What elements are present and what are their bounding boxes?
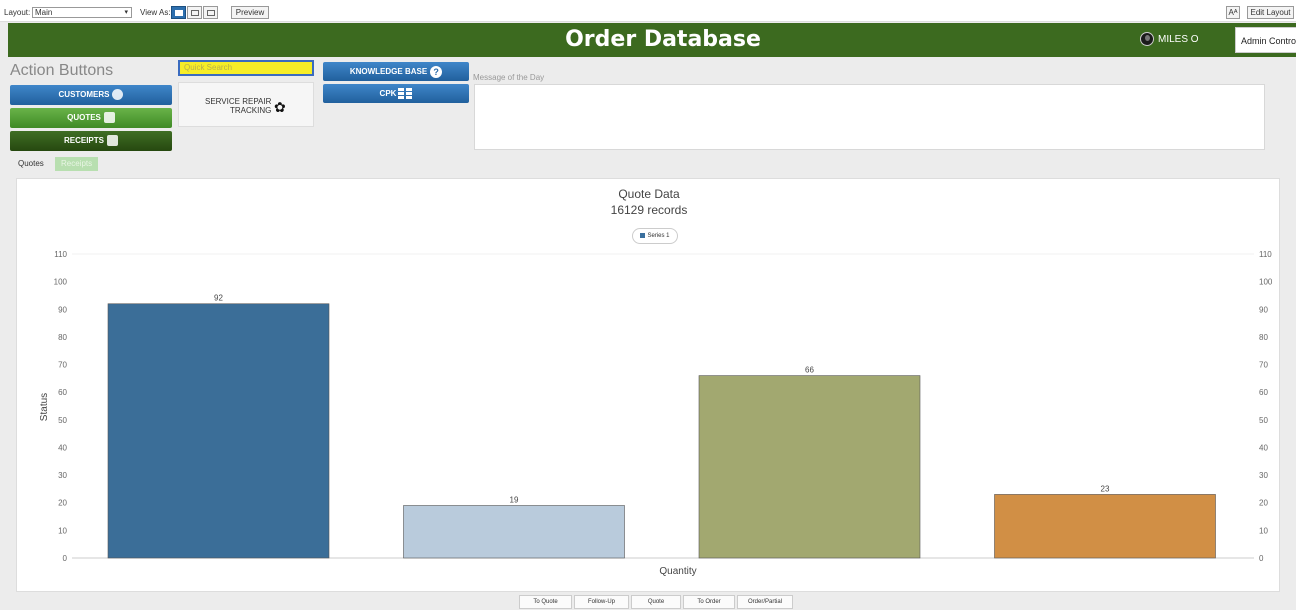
y-tick-label-left: 100	[54, 278, 68, 287]
chevron-down-icon: ▾	[124, 9, 128, 16]
y-tick-label-right: 80	[1259, 333, 1268, 342]
filter-button-quote[interactable]: Quote	[631, 595, 681, 609]
action-buttons-title: Action Buttons	[10, 62, 114, 79]
layout-toolbar: Layout: Main ▾ View As: Preview Aᴬ Edit …	[0, 0, 1296, 22]
tab-receipts[interactable]: Receipts	[55, 157, 99, 171]
y-tick-label-right: 30	[1259, 471, 1268, 480]
filter-button-follow-up[interactable]: Follow-Up	[574, 595, 629, 609]
knowledge-base-button[interactable]: KNOWLEDGE BASE?	[323, 62, 469, 81]
filter-button-order-partial[interactable]: Order/Partial	[737, 595, 793, 609]
bar-data-label: 19	[510, 495, 519, 504]
edit-layout-button[interactable]: Edit Layout	[1247, 6, 1294, 19]
y-tick-label-left: 0	[63, 554, 68, 563]
form-view-icon	[175, 10, 183, 16]
layout-select-value: Main	[35, 8, 53, 17]
chart-bar	[403, 505, 625, 559]
cpk-label: CPK	[379, 89, 397, 98]
y-axis-label: Status	[39, 393, 50, 421]
layout-label: Layout:	[4, 8, 31, 17]
text-size-button[interactable]: Aᴬ	[1226, 6, 1240, 19]
page-title: Order Database	[565, 27, 761, 52]
bar-data-label: 92	[214, 294, 223, 303]
quotes-label: QUOTES	[67, 113, 101, 122]
grid-icon	[398, 88, 413, 100]
quotes-button[interactable]: QUOTES	[10, 108, 172, 128]
y-tick-label-left: 40	[58, 443, 67, 452]
view-table-button[interactable]	[203, 6, 218, 19]
preview-button[interactable]: Preview	[231, 6, 269, 19]
receipts-button[interactable]: RECEIPTS	[10, 131, 172, 151]
chart-panel: Quote Data 16129 records Series 1 0 0 10 10…	[16, 178, 1280, 592]
layout-select[interactable]: Main ▾	[32, 7, 132, 18]
service-repair-tracking-button[interactable]: SERVICE REPAIR TRACKING ✿	[178, 82, 314, 127]
help-icon: ?	[430, 65, 443, 78]
y-tick-label-right: 100	[1259, 278, 1273, 287]
quick-search-input[interactable]: Quick Search	[178, 60, 314, 76]
y-tick-label-right: 50	[1259, 416, 1268, 425]
y-tick-label-right: 0	[1259, 554, 1264, 563]
filter-button-to-order[interactable]: To Order	[683, 595, 735, 609]
y-tick-label-right: 70	[1259, 361, 1268, 370]
y-tick-label-left: 30	[58, 471, 67, 480]
tab-quotes[interactable]: Quotes	[12, 157, 50, 171]
y-tick-label-left: 10	[58, 526, 67, 535]
register-icon	[107, 135, 118, 147]
y-tick-label-left: 60	[58, 388, 67, 397]
customers-label: CUSTOMERS	[58, 90, 110, 99]
y-tick-label-left: 80	[58, 333, 67, 342]
receipts-label: RECEIPTS	[63, 136, 104, 145]
y-tick-label-left: 90	[58, 305, 67, 314]
chart-bar	[107, 303, 330, 559]
bar-chart: 0 0 10 10 20 20 30 30 40 40 50 50 60 60 70 70 80 80 90 90 10…	[39, 250, 1273, 577]
calculator-icon	[103, 112, 115, 124]
x-axis-label: Quantity	[659, 566, 696, 577]
table-view-icon	[207, 10, 215, 16]
admin-control-button[interactable]: Admin Control	[1235, 27, 1296, 53]
gear-icon: ✿	[274, 99, 286, 115]
bar-data-label: 66	[805, 366, 814, 375]
y-tick-label-right: 10	[1259, 526, 1268, 535]
filter-button-to-quote[interactable]: To Quote	[519, 595, 572, 609]
people-icon	[112, 89, 124, 101]
app-header: Order Database MILES O Admin Control	[8, 23, 1296, 57]
service-label-line2: TRACKING	[230, 106, 272, 115]
y-tick-label-right: 110	[1259, 250, 1272, 259]
y-tick-label-left: 110	[54, 250, 67, 259]
motd-box	[474, 84, 1265, 150]
customers-button[interactable]: CUSTOMERS	[10, 85, 172, 105]
service-label-line1: SERVICE REPAIR	[205, 97, 272, 106]
motd-label: Message of the Day	[473, 73, 545, 82]
chart-bar	[698, 375, 921, 559]
knowledge-base-label: KNOWLEDGE BASE	[349, 67, 428, 76]
y-tick-label-right: 60	[1259, 388, 1268, 397]
y-tick-label-left: 20	[58, 499, 67, 508]
view-as-label: View As:	[140, 8, 171, 17]
user-menu[interactable]: MILES O	[1140, 32, 1199, 46]
view-list-button[interactable]	[187, 6, 202, 19]
bar-data-label: 23	[1101, 484, 1110, 493]
y-tick-label-right: 40	[1259, 443, 1268, 452]
y-tick-label-right: 90	[1259, 305, 1268, 314]
list-view-icon	[191, 10, 199, 16]
view-form-button[interactable]	[171, 6, 186, 19]
chart-bar	[994, 494, 1216, 559]
y-tick-label-left: 50	[58, 416, 67, 425]
y-tick-label-right: 20	[1259, 499, 1268, 508]
avatar	[1140, 32, 1154, 46]
user-name: MILES O	[1158, 33, 1199, 45]
cpk-button[interactable]: CPK	[323, 84, 469, 103]
y-tick-label-left: 70	[58, 361, 67, 370]
